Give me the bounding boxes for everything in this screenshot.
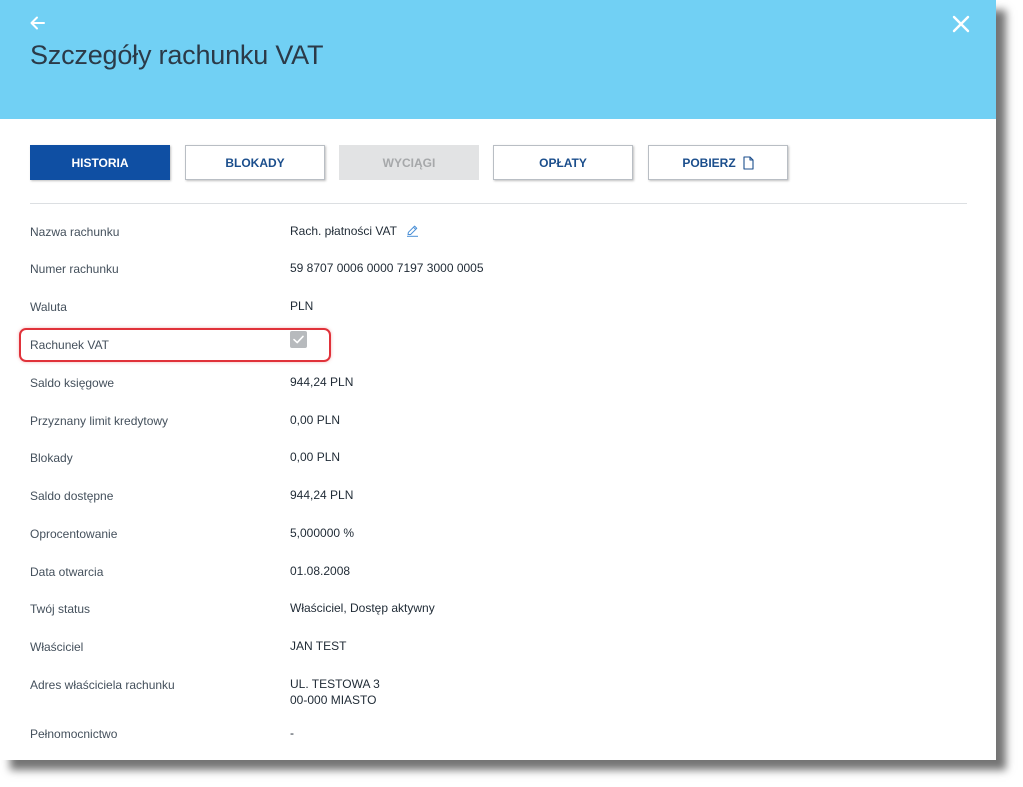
account-name-value-wrap: Rach. płatności VAT (290, 223, 419, 239)
account-name-label: Nazwa rachunku (30, 225, 120, 239)
open-date-value: 01.08.2008 (290, 564, 351, 578)
blocks-button-label: BLOKADY (225, 155, 285, 170)
account-details-panel: Szczegóły rachunku VAT HISTORIA BLOKADY … (0, 0, 996, 760)
book-balance-value: 944,24 PLN (290, 375, 354, 389)
blocks-label: Blokady (30, 451, 73, 465)
download-button-label: POBIERZ (682, 155, 736, 170)
currency-label: Waluta (30, 300, 67, 314)
available-balance-value: 944,24 PLN (290, 488, 354, 502)
close-icon[interactable] (950, 13, 972, 35)
fees-button[interactable]: OPŁATY (493, 145, 633, 180)
header-bar: Szczegóły rachunku VAT (0, 0, 996, 119)
vat-account-checkbox (290, 331, 307, 348)
owner-address-value: UL. TESTOWA 3 00-000 MIASTO (290, 676, 380, 708)
power-of-attorney-label: Pełnomocnictwo (30, 727, 118, 741)
fees-button-label: OPŁATY (539, 155, 587, 170)
pencil-edit-icon[interactable] (406, 224, 419, 237)
blocks-value: 0,00 PLN (290, 450, 341, 464)
document-icon (743, 155, 754, 170)
account-name-value: Rach. płatności VAT (290, 224, 397, 238)
owner-address-line2: 00-000 MIASTO (290, 693, 377, 707)
statements-button: WYCIĄGI (339, 145, 479, 180)
download-button[interactable]: POBIERZ (648, 145, 788, 180)
interest-value: 5,000000 % (290, 526, 355, 540)
open-date-label: Data otwarcia (30, 565, 104, 579)
currency-value: PLN (290, 299, 314, 313)
credit-limit-label: Przyznany limit kredytowy (30, 414, 169, 428)
account-number-value: 59 8707 0006 0000 7197 3000 0005 (290, 261, 484, 275)
section-divider (30, 203, 967, 204)
book-balance-label: Saldo księgowe (30, 376, 115, 390)
status-value: Właściciel, Dostęp aktywny (290, 601, 435, 615)
credit-limit-value: 0,00 PLN (290, 413, 341, 427)
history-button-label: HISTORIA (71, 155, 129, 170)
owner-address-label: Adres właściciela rachunku (30, 678, 175, 692)
power-of-attorney-value: - (290, 726, 294, 740)
available-balance-label: Saldo dostępne (30, 489, 114, 503)
owner-address-line1: UL. TESTOWA 3 (290, 677, 380, 691)
history-button[interactable]: HISTORIA (30, 145, 170, 180)
arrow-left-icon[interactable] (28, 12, 48, 34)
statements-button-label: WYCIĄGI (382, 155, 436, 170)
page-title: Szczegóły rachunku VAT (30, 40, 324, 70)
owner-label: Właściciel (30, 640, 84, 654)
account-number-label: Numer rachunku (30, 262, 119, 276)
vat-account-label: Rachunek VAT (30, 338, 109, 352)
interest-label: Oprocentowanie (30, 527, 118, 541)
blocks-button[interactable]: BLOKADY (185, 145, 325, 180)
checkmark-icon (293, 335, 304, 344)
owner-value: JAN TEST (290, 639, 347, 653)
status-label: Twój status (30, 602, 91, 616)
